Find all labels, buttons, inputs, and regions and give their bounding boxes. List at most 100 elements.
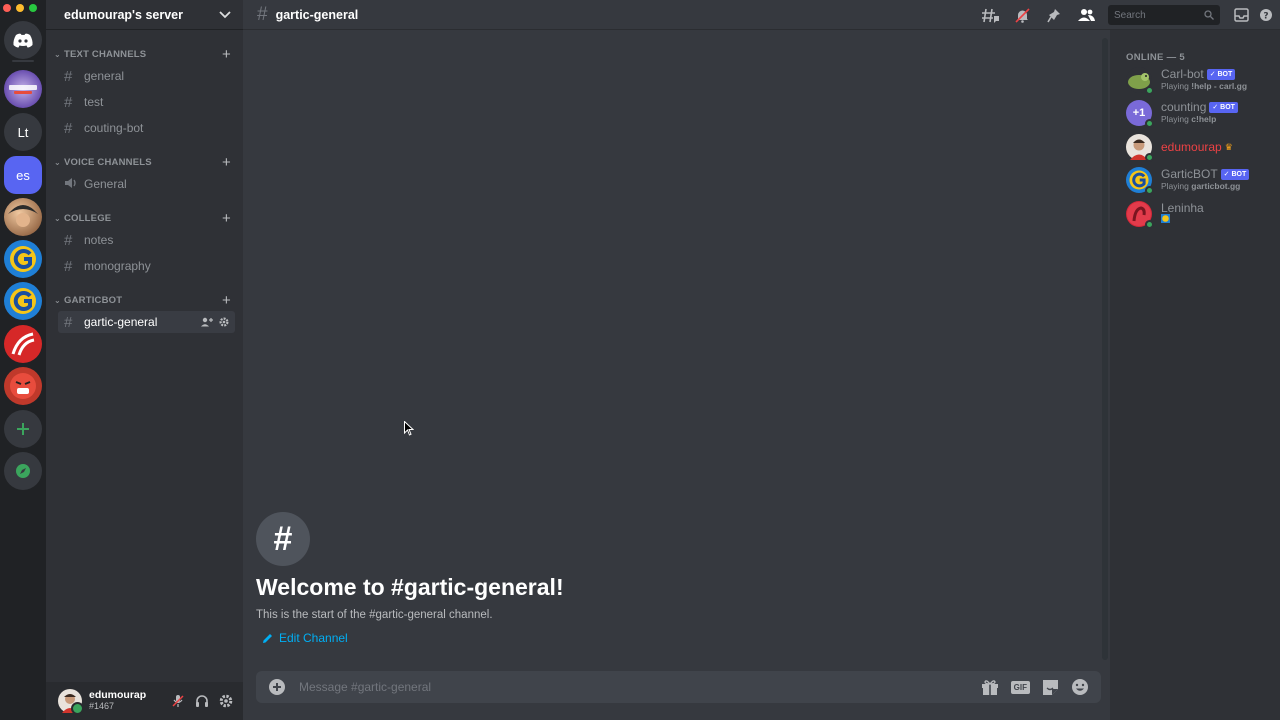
sticker-icon[interactable] — [1042, 679, 1059, 696]
emoji-icon[interactable] — [1071, 678, 1089, 696]
help-icon[interactable]: ? — [1252, 8, 1280, 22]
voice-channel-general[interactable]: General — [58, 173, 235, 195]
message-input[interactable] — [299, 680, 981, 694]
category-garticbot[interactable]: ⌄ GARTICBOT + — [54, 292, 231, 309]
bot-badge: ✓ BOT — [1206, 68, 1236, 80]
chevron-down-icon: ⌄ — [54, 213, 61, 223]
hash-icon: # — [64, 313, 73, 331]
gift-icon[interactable] — [981, 679, 999, 695]
add-server-icon[interactable] — [4, 410, 42, 448]
avatar — [1126, 134, 1154, 162]
avatar — [1126, 201, 1154, 229]
mouse-cursor-icon — [404, 421, 414, 436]
gear-icon[interactable] — [219, 694, 233, 708]
search-icon — [1204, 10, 1214, 20]
add-channel-icon[interactable]: + — [222, 210, 231, 227]
member-list: ONLINE — 5 Carl-bot ✓ BOT Playing !help -… — [1110, 30, 1280, 720]
headphones-icon[interactable] — [195, 694, 209, 708]
channel-welcome: # Welcome to #gartic-general! This is th… — [256, 512, 564, 645]
avatar: +1 — [1126, 100, 1154, 128]
guild-gartic-2-icon[interactable] — [4, 282, 42, 320]
member-leninha[interactable]: Leninha — [1126, 199, 1204, 229]
chevron-down-icon: ⌄ — [54, 49, 61, 59]
add-channel-icon[interactable]: + — [222, 154, 231, 171]
maximize-window-icon[interactable] — [29, 4, 37, 12]
gear-icon[interactable] — [219, 317, 229, 327]
channel-title: gartic-general — [275, 7, 359, 22]
member-edumourap[interactable]: edumourap ♛ — [1126, 132, 1233, 162]
avatar — [1126, 67, 1154, 95]
notifications-muted-icon[interactable] — [1006, 7, 1038, 23]
hash-icon: # — [64, 119, 73, 137]
home-discord-icon[interactable] — [4, 21, 42, 59]
user-discriminator: #1467 — [89, 701, 115, 711]
server-name: edumourap's server — [64, 7, 183, 22]
member-garticbot[interactable]: GarticBOT ✓ BOT Playing garticbot.gg — [1126, 165, 1250, 195]
member-list-icon[interactable] — [1070, 8, 1102, 22]
guild-swoosh-icon[interactable] — [4, 325, 42, 363]
welcome-title: Welcome to #gartic-general! — [256, 574, 564, 600]
chevron-down-icon: ⌄ — [54, 157, 61, 167]
search-input[interactable]: Search — [1108, 5, 1220, 25]
chevron-down-icon: ⌄ — [54, 295, 61, 305]
member-counting[interactable]: +1 counting ✓ BOT Playing c!help — [1126, 98, 1238, 128]
crown-icon: ♛ — [1224, 142, 1233, 152]
channel-notes[interactable]: # notes — [58, 229, 235, 251]
minimize-window-icon[interactable] — [16, 4, 24, 12]
category-text-channels[interactable]: ⌄ TEXT CHANNELS + — [54, 46, 231, 63]
channel-gartic-general[interactable]: # gartic-general — [58, 311, 235, 333]
server-header[interactable]: edumourap's server — [46, 0, 243, 30]
svg-text:?: ? — [1263, 12, 1268, 22]
add-channel-icon[interactable]: + — [222, 292, 231, 309]
channel-monography[interactable]: # monography — [58, 255, 235, 277]
hash-icon: # — [257, 3, 268, 25]
hash-icon: # — [64, 67, 73, 85]
close-window-icon[interactable] — [3, 4, 11, 12]
channel-test[interactable]: # test — [58, 91, 235, 113]
hash-icon: # — [256, 512, 310, 566]
channel-header: # gartic-general Search ? — [243, 0, 1280, 30]
avatar — [1126, 167, 1154, 195]
message-composer: GIF — [256, 671, 1101, 703]
gif-button[interactable]: GIF — [1010, 680, 1030, 694]
pencil-icon — [263, 633, 272, 643]
activity-game-icon — [1161, 214, 1170, 225]
mute-microphone-icon[interactable] — [171, 694, 185, 708]
category-college[interactable]: ⌄ COLLEGE + — [54, 210, 231, 227]
welcome-subtitle: This is the start of the #gartic-general… — [256, 609, 493, 621]
pin-icon[interactable] — [1038, 8, 1070, 23]
guild-rail: Lt es — [0, 0, 46, 720]
user-panel: edumourap #1467 — [46, 682, 243, 720]
hash-icon: # — [64, 231, 73, 249]
bot-badge: ✓ BOT — [1209, 101, 1238, 113]
add-channel-icon[interactable]: + — [222, 46, 231, 63]
guild-es-active[interactable]: es — [4, 156, 42, 194]
channel-general[interactable]: # general — [58, 65, 235, 87]
channel-sidebar: edumourap's server ⌄ TEXT CHANNELS + # ge… — [46, 0, 243, 720]
hash-icon: # — [64, 257, 73, 275]
add-attachment-icon[interactable] — [268, 678, 286, 696]
rail-separator — [12, 60, 34, 62]
message-scrollbar[interactable] — [1102, 38, 1108, 660]
chevron-down-icon — [219, 10, 231, 18]
members-online-header: ONLINE — 5 — [1126, 52, 1185, 63]
invite-user-icon[interactable] — [201, 317, 213, 327]
guild-angry-face-icon[interactable] — [4, 367, 42, 405]
bot-badge: ✓ BOT — [1220, 168, 1250, 180]
explore-compass-icon[interactable] — [4, 452, 42, 490]
threads-icon[interactable] — [974, 8, 1006, 23]
guild-words-icon[interactable] — [4, 70, 42, 108]
guild-gartic-icon[interactable] — [4, 240, 42, 278]
member-carl-bot[interactable]: Carl-bot ✓ BOT Playing !help - carl.gg — [1126, 65, 1247, 95]
guild-photo-icon[interactable] — [4, 198, 42, 236]
inbox-icon[interactable] — [1230, 8, 1252, 22]
category-voice-channels[interactable]: ⌄ VOICE CHANNELS + — [54, 154, 231, 171]
speaker-icon — [64, 176, 84, 193]
avatar[interactable] — [58, 689, 84, 715]
channel-couting-bot[interactable]: # couting-bot — [58, 117, 235, 139]
edit-channel-link[interactable]: Edit Channel — [262, 631, 564, 645]
username: edumourap — [89, 689, 147, 701]
window-controls — [3, 4, 37, 12]
guild-lt[interactable]: Lt — [4, 113, 42, 151]
hash-icon: # — [64, 93, 73, 111]
